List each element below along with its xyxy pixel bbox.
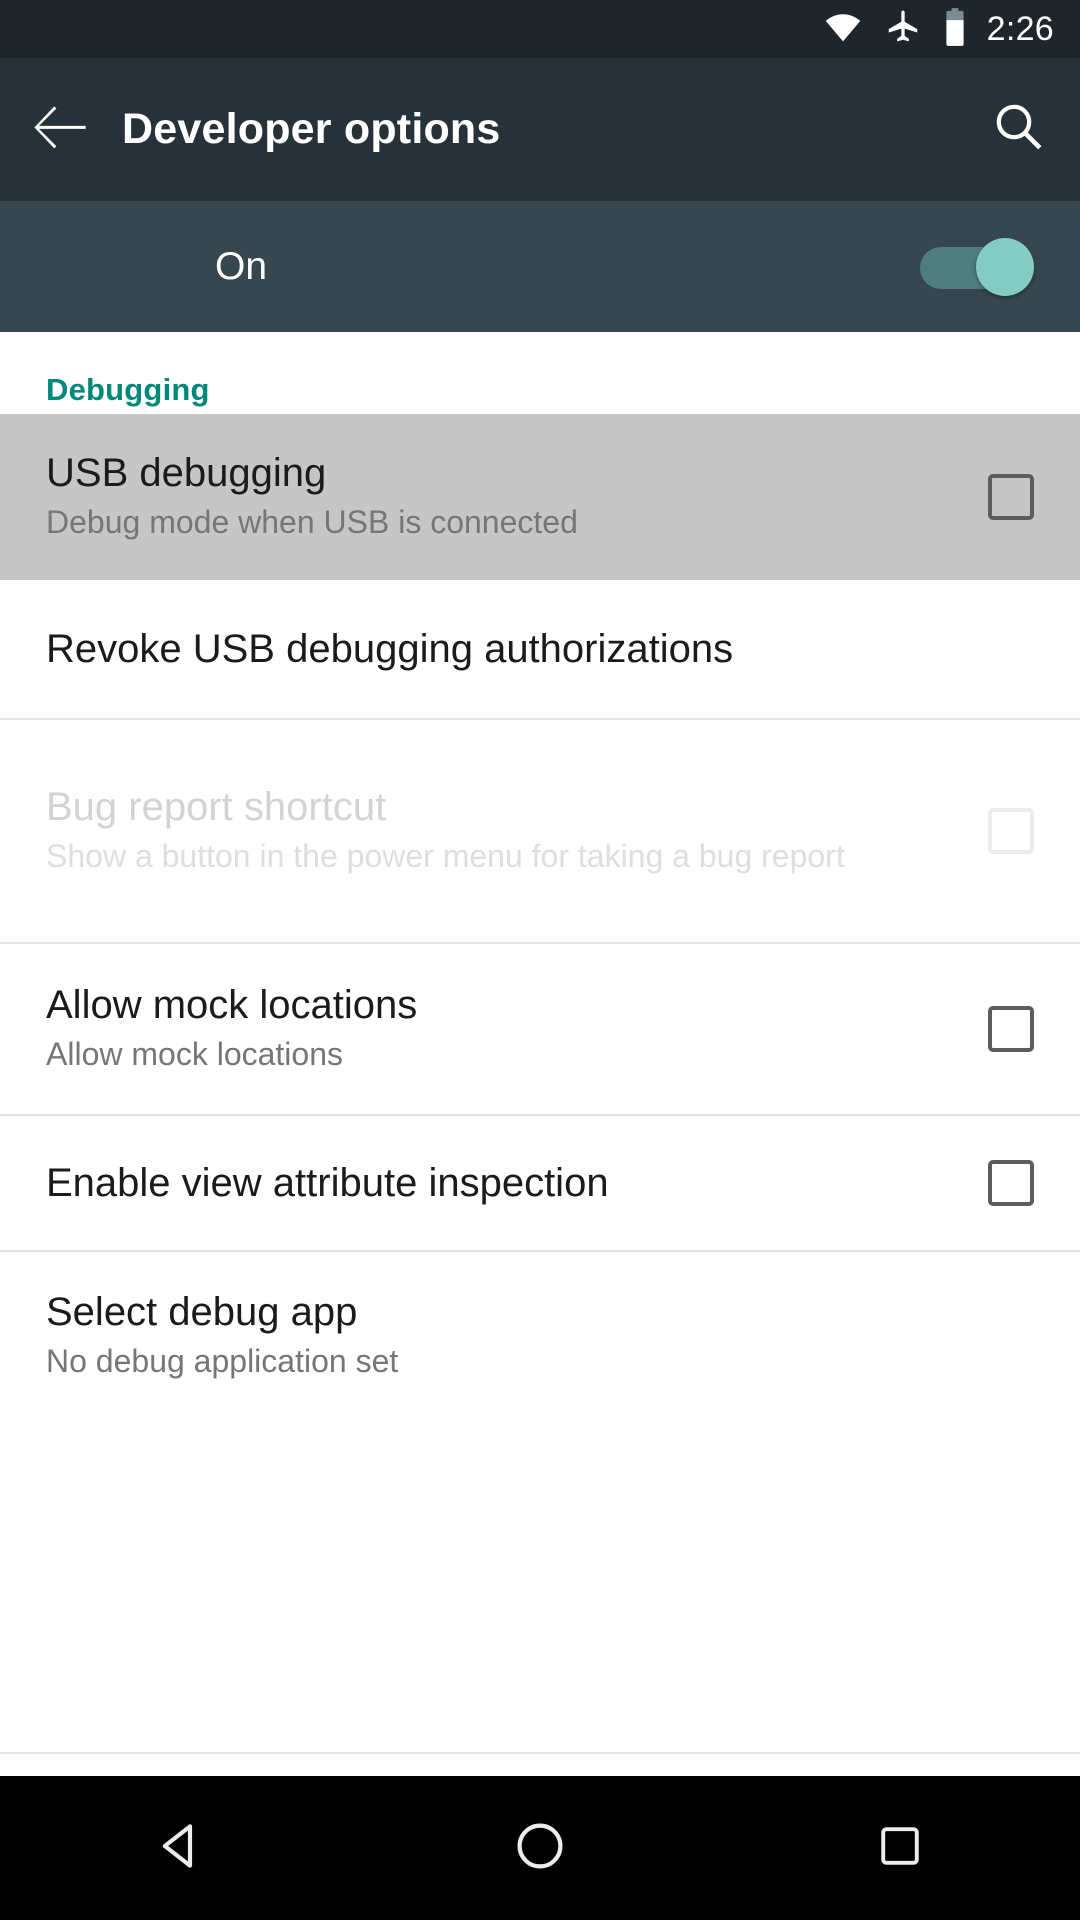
list-item-subtitle: No debug application set [46, 1343, 399, 1380]
row-text: USB debugging Debug mode when USB is con… [46, 451, 988, 544]
airplane-mode-icon [885, 9, 921, 50]
page-title: Developer options [122, 105, 501, 153]
list-item-title: Select debug app [46, 1289, 358, 1334]
status-bar-clock: 2:26 [986, 9, 1054, 48]
list-item-subtitle: Show a button in the power menu for taki… [46, 838, 845, 875]
master-switch-toggle[interactable] [920, 237, 1034, 296]
home-nav-icon [512, 1818, 568, 1879]
switch-thumb [976, 237, 1034, 296]
list-item-allow-mock-locations[interactable]: Allow mock locations Allow mock location… [0, 944, 1080, 1114]
allow-mock-locations-checkbox[interactable] [988, 1006, 1034, 1052]
home-nav-button[interactable] [460, 1776, 620, 1920]
search-icon [993, 101, 1045, 158]
android-settings-screen: 2:26 Developer options On Debugging USB … [0, 0, 1080, 1920]
list-item-title: Allow mock locations [46, 982, 418, 1027]
back-nav-icon [152, 1818, 208, 1879]
recents-nav-button[interactable] [820, 1776, 980, 1920]
status-bar: 2:26 [0, 0, 1080, 58]
list-item-select-debug-app[interactable]: Select debug app No debug application se… [0, 1252, 1080, 1420]
wifi-icon [823, 11, 863, 48]
enable-view-attribute-inspection-checkbox[interactable] [988, 1160, 1034, 1206]
back-button[interactable] [0, 58, 122, 201]
usb-debugging-checkbox[interactable] [988, 474, 1034, 520]
navigation-bar [0, 1776, 1080, 1920]
list-item-title: Revoke USB debugging authorizations [46, 626, 734, 671]
master-switch-label: On [215, 244, 268, 288]
row-text: Revoke USB debugging authorizations [46, 627, 1034, 672]
back-arrow-icon [34, 105, 88, 154]
list-item-subtitle: Debug mode when USB is connected [46, 504, 578, 541]
list-item-bug-report-shortcut: Bug report shortcut Show a button in the… [0, 720, 1080, 942]
bug-report-shortcut-checkbox [988, 808, 1034, 854]
recents-nav-icon [875, 1821, 925, 1876]
list-item-title: USB debugging [46, 450, 327, 495]
row-text: Allow mock locations Allow mock location… [46, 983, 988, 1076]
list-item-enable-view-attribute-inspection[interactable]: Enable view attribute inspection [0, 1116, 1080, 1250]
battery-icon [943, 7, 967, 51]
section-header-debugging: Debugging [0, 332, 1080, 414]
back-nav-button[interactable] [100, 1776, 260, 1920]
row-text: Select debug app No debug application se… [46, 1290, 1034, 1383]
section-header-label: Debugging [46, 372, 210, 407]
row-text: Bug report shortcut Show a button in the… [46, 785, 988, 878]
list-item-title: Bug report shortcut [46, 784, 387, 829]
search-button[interactable] [958, 58, 1080, 201]
app-bar: Developer options [0, 58, 1080, 201]
developer-options-master-switch-row[interactable]: On [0, 201, 1080, 332]
list-bottom-divider [0, 1752, 1080, 1754]
list-item-revoke-usb-debugging-authorizations[interactable]: Revoke USB debugging authorizations [0, 580, 1080, 718]
list-item-title: Enable view attribute inspection [46, 1160, 609, 1205]
row-text: Enable view attribute inspection [46, 1161, 988, 1206]
settings-list: Debugging USB debugging Debug mode when … [0, 332, 1080, 1420]
list-item-subtitle: Allow mock locations [46, 1036, 343, 1073]
status-bar-icons [823, 7, 967, 51]
list-item-usb-debugging[interactable]: USB debugging Debug mode when USB is con… [0, 414, 1080, 580]
